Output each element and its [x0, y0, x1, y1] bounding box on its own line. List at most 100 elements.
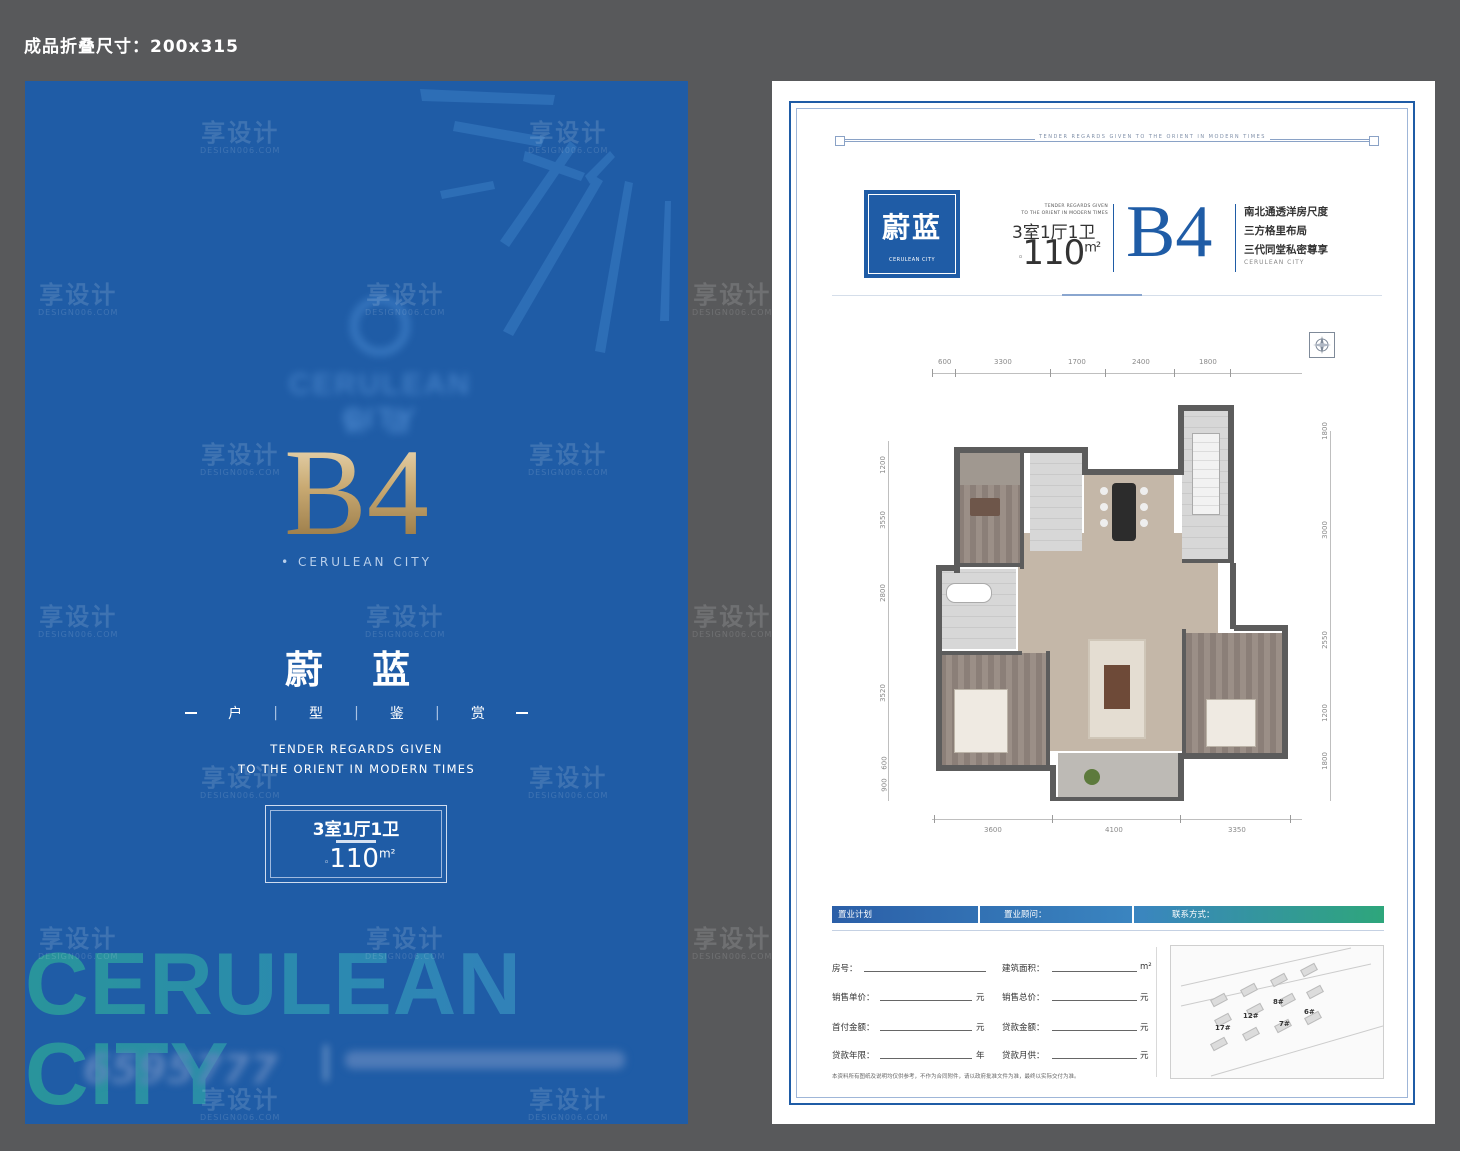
- cover-tags: 户 | 型 | 鉴 | 赏: [185, 703, 528, 723]
- field-label-down-payment: 首付金额：: [832, 1023, 875, 1033]
- field-down-payment-input[interactable]: [880, 1030, 972, 1031]
- logo: CERULEAN CITY 蔚 蓝: [255, 296, 505, 437]
- field-loan-amount-input[interactable]: [1052, 1030, 1137, 1031]
- dim-tick: [932, 369, 933, 377]
- wall: [936, 565, 942, 771]
- field-unit-loan-amount: 元: [1140, 1023, 1149, 1033]
- bathroom-1: [1030, 451, 1082, 551]
- dim-left-2: 3550: [878, 511, 887, 529]
- phone-blurred: 6595777: [75, 1043, 635, 1093]
- dim-tick: [1230, 369, 1231, 377]
- field-label-monthly: 贷款月供：: [1002, 1051, 1045, 1061]
- dim-bottom-2: 4100: [1105, 826, 1123, 834]
- dim-right-5: 1800: [1320, 752, 1329, 770]
- wall: [1234, 625, 1288, 631]
- wall: [958, 563, 1024, 567]
- project-badge: 蔚蓝 CERULEAN CITY: [864, 190, 960, 278]
- bathroom-2: [940, 569, 1016, 649]
- dim-tick: [1290, 815, 1291, 823]
- tag-sep: |: [435, 705, 440, 721]
- spec-label: 成品折叠尺寸：200x315: [24, 37, 239, 57]
- field-total-price-input[interactable]: [1052, 1000, 1137, 1001]
- wall: [1178, 405, 1184, 475]
- field-area-input[interactable]: [1052, 971, 1137, 972]
- desk: [970, 498, 1000, 516]
- field-unit-price-input[interactable]: [880, 1000, 972, 1001]
- coffee-table: [1104, 665, 1130, 709]
- wall: [1182, 559, 1232, 563]
- building-6: 6#: [1304, 1008, 1315, 1016]
- wall: [1282, 629, 1288, 759]
- wall: [1230, 563, 1236, 629]
- form-divider: [1156, 947, 1157, 1077]
- dash-right: [515, 712, 528, 714]
- watermark-cn: 享设计: [693, 281, 772, 309]
- study-room: [958, 485, 1022, 565]
- site-map: 17# 12# 8# 7# 6#: [1170, 945, 1384, 1079]
- field-unit-monthly: 元: [1140, 1051, 1149, 1061]
- dim-tick: [934, 815, 935, 823]
- compass-icon: [1309, 332, 1335, 358]
- master-bed: [954, 689, 1008, 753]
- watermark-cn: 享设计: [693, 925, 772, 953]
- feature-2: 三方格里布局: [1244, 225, 1307, 237]
- header-en-1: TENDER REGARDS GIVEN: [1044, 204, 1108, 209]
- field-unit-unit-price: 元: [976, 993, 985, 1003]
- building-8: 8#: [1273, 998, 1284, 1006]
- wall: [1050, 765, 1056, 801]
- dim-bottom-1: 3600: [984, 826, 1002, 834]
- dim-tick: [1052, 815, 1053, 823]
- tag-sep: |: [273, 705, 278, 721]
- closet: [958, 451, 1022, 485]
- header-code: B4: [1126, 191, 1213, 273]
- building-7: 7#: [1279, 1020, 1290, 1028]
- building-17: 17#: [1215, 1024, 1231, 1032]
- balcony-plant: [1084, 769, 1100, 785]
- dim-right-4: 1200: [1320, 704, 1329, 722]
- phone-number: 6595777: [83, 1047, 278, 1093]
- field-unit-area: m²: [1140, 962, 1152, 972]
- dim-bottom-3: 3350: [1228, 826, 1246, 834]
- dim-left-5: 600: [880, 756, 889, 770]
- wall: [1082, 469, 1182, 475]
- top-ornament-line: TENDER REGARDS GIVEN TO THE ORIENT IN MO…: [835, 134, 1379, 146]
- field-room-input[interactable]: [864, 971, 986, 972]
- dining-chairs: [1100, 487, 1108, 495]
- field-monthly-input[interactable]: [1052, 1058, 1137, 1059]
- dim-top-1: 600: [938, 358, 952, 366]
- dim-right-2: 3000: [1320, 521, 1329, 539]
- wall: [954, 447, 960, 573]
- building-12: 12#: [1243, 1012, 1259, 1020]
- header-divider: [1235, 204, 1236, 272]
- watermark-en: DESIGN006.COM: [692, 952, 773, 961]
- tag-4: 赏: [470, 706, 485, 722]
- field-label-total-price: 销售总价：: [1002, 993, 1045, 1003]
- dim-tick: [1180, 815, 1181, 823]
- top-line-text: TENDER REGARDS GIVEN TO THE ORIENT IN MO…: [1035, 134, 1270, 140]
- field-unit-down-payment: 元: [976, 1023, 985, 1033]
- wall: [1228, 405, 1234, 563]
- watermark: 享设计DESIGN006.COM: [692, 604, 772, 639]
- header-city: CERULEAN CITY: [1244, 259, 1305, 266]
- dining-table: [1112, 483, 1136, 541]
- dim-tick: [1050, 369, 1051, 377]
- wall: [1178, 753, 1286, 759]
- field-loan-years-input[interactable]: [880, 1058, 972, 1059]
- balcony: [1058, 753, 1178, 797]
- wall: [1046, 651, 1050, 767]
- dim-top-2: 3300: [994, 358, 1012, 366]
- field-label-area: 建筑面积：: [1002, 964, 1045, 974]
- dim-left-4: 3520: [878, 684, 887, 702]
- field-label-loan-amount: 贷款金额：: [1002, 1023, 1045, 1033]
- cover-area-value: 110: [329, 844, 379, 874]
- watermark-en: DESIGN006.COM: [692, 308, 773, 317]
- form-bar-divider: [1132, 906, 1134, 923]
- dim-tick: [1105, 369, 1106, 377]
- kitchen-counter: [1192, 433, 1220, 515]
- dim-top-4: 2400: [1132, 358, 1150, 366]
- watermark-cn: 享设计: [693, 603, 772, 631]
- cover-spec-box: 3室1厅1卫 ◦110m²: [265, 805, 447, 883]
- dim-top-3: 1700: [1068, 358, 1086, 366]
- header-rule-accent: [1062, 294, 1142, 296]
- wall: [1020, 451, 1024, 569]
